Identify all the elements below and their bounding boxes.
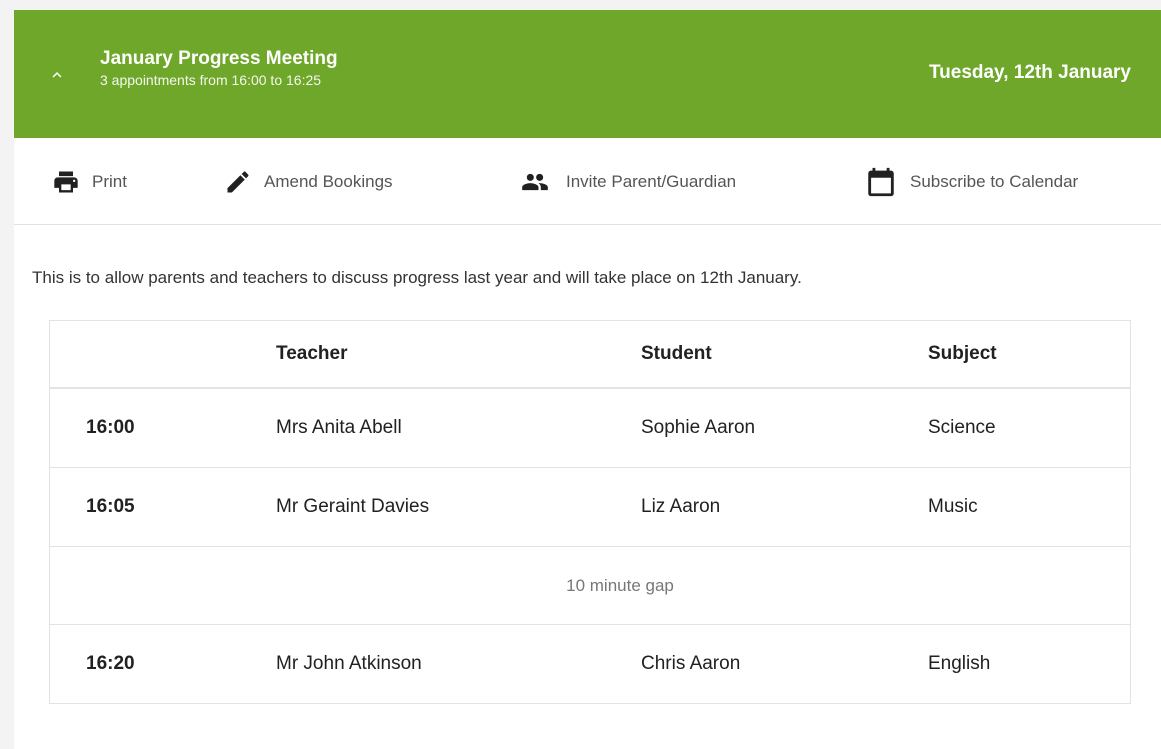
gap-label: 10 minute gap xyxy=(566,575,674,595)
header-student: Student xyxy=(641,343,712,364)
appointment-time: 16:20 xyxy=(86,653,135,674)
meeting-date: Tuesday, 12th January xyxy=(928,62,1131,83)
table-header-row: Teacher Student Subject xyxy=(50,321,1130,389)
appointment-time: 16:05 xyxy=(86,496,135,517)
action-toolbar: Print Amend Bookings Invite Parent/Guard… xyxy=(14,138,1161,225)
meeting-description: This is to allow parents and teachers to… xyxy=(32,268,802,287)
amend-bookings-label: Amend Bookings xyxy=(264,172,393,191)
meeting-title-block: January Progress Meeting 3 appointments … xyxy=(100,47,338,89)
meeting-title: January Progress Meeting xyxy=(100,48,338,69)
table-row: 16:00 Mrs Anita Abell Sophie Aaron Scien… xyxy=(50,389,1130,468)
meeting-header[interactable]: January Progress Meeting 3 appointments … xyxy=(14,10,1161,138)
appointment-student: Liz Aaron xyxy=(641,496,721,517)
subscribe-calendar-button[interactable]: Subscribe to Calendar xyxy=(864,166,1078,198)
appointment-student: Sophie Aaron xyxy=(641,417,756,438)
appointment-subject: Science xyxy=(928,417,996,438)
appointment-teacher: Mr Geraint Davies xyxy=(276,496,430,517)
printer-icon xyxy=(54,171,78,193)
header-subject: Subject xyxy=(928,343,997,364)
appointment-subject: English xyxy=(928,653,991,674)
appointments-table: Teacher Student Subject 16:00 Mrs Anita … xyxy=(49,320,1131,704)
people-icon xyxy=(522,173,548,191)
print-label: Print xyxy=(92,172,127,191)
invite-parent-label: Invite Parent/Guardian xyxy=(566,172,737,191)
table-row: 16:20 Mr John Atkinson Chris Aaron Engli… xyxy=(50,625,1130,703)
print-button[interactable]: Print xyxy=(52,166,127,198)
subscribe-calendar-label: Subscribe to Calendar xyxy=(910,172,1079,191)
meeting-panel: January Progress Meeting 3 appointments … xyxy=(14,10,1161,749)
appointment-student: Chris Aaron xyxy=(641,653,741,674)
appointment-time: 16:00 xyxy=(86,417,135,438)
amend-bookings-button[interactable]: Amend Bookings xyxy=(224,166,393,198)
invite-parent-button[interactable]: Invite Parent/Guardian xyxy=(516,166,736,198)
gap-row: 10 minute gap xyxy=(50,547,1130,625)
meeting-subtitle: 3 appointments from 16:00 to 16:25 xyxy=(100,72,322,88)
appointment-teacher: Mr John Atkinson xyxy=(276,653,422,674)
appointment-teacher: Mrs Anita Abell xyxy=(276,417,402,438)
header-teacher: Teacher xyxy=(276,343,348,364)
table-row: 16:05 Mr Geraint Davies Liz Aaron Music xyxy=(50,468,1130,547)
chevron-up-icon[interactable] xyxy=(48,66,66,84)
calendar-icon xyxy=(868,167,894,197)
pencil-icon xyxy=(227,171,249,193)
appointment-subject: Music xyxy=(928,496,978,517)
